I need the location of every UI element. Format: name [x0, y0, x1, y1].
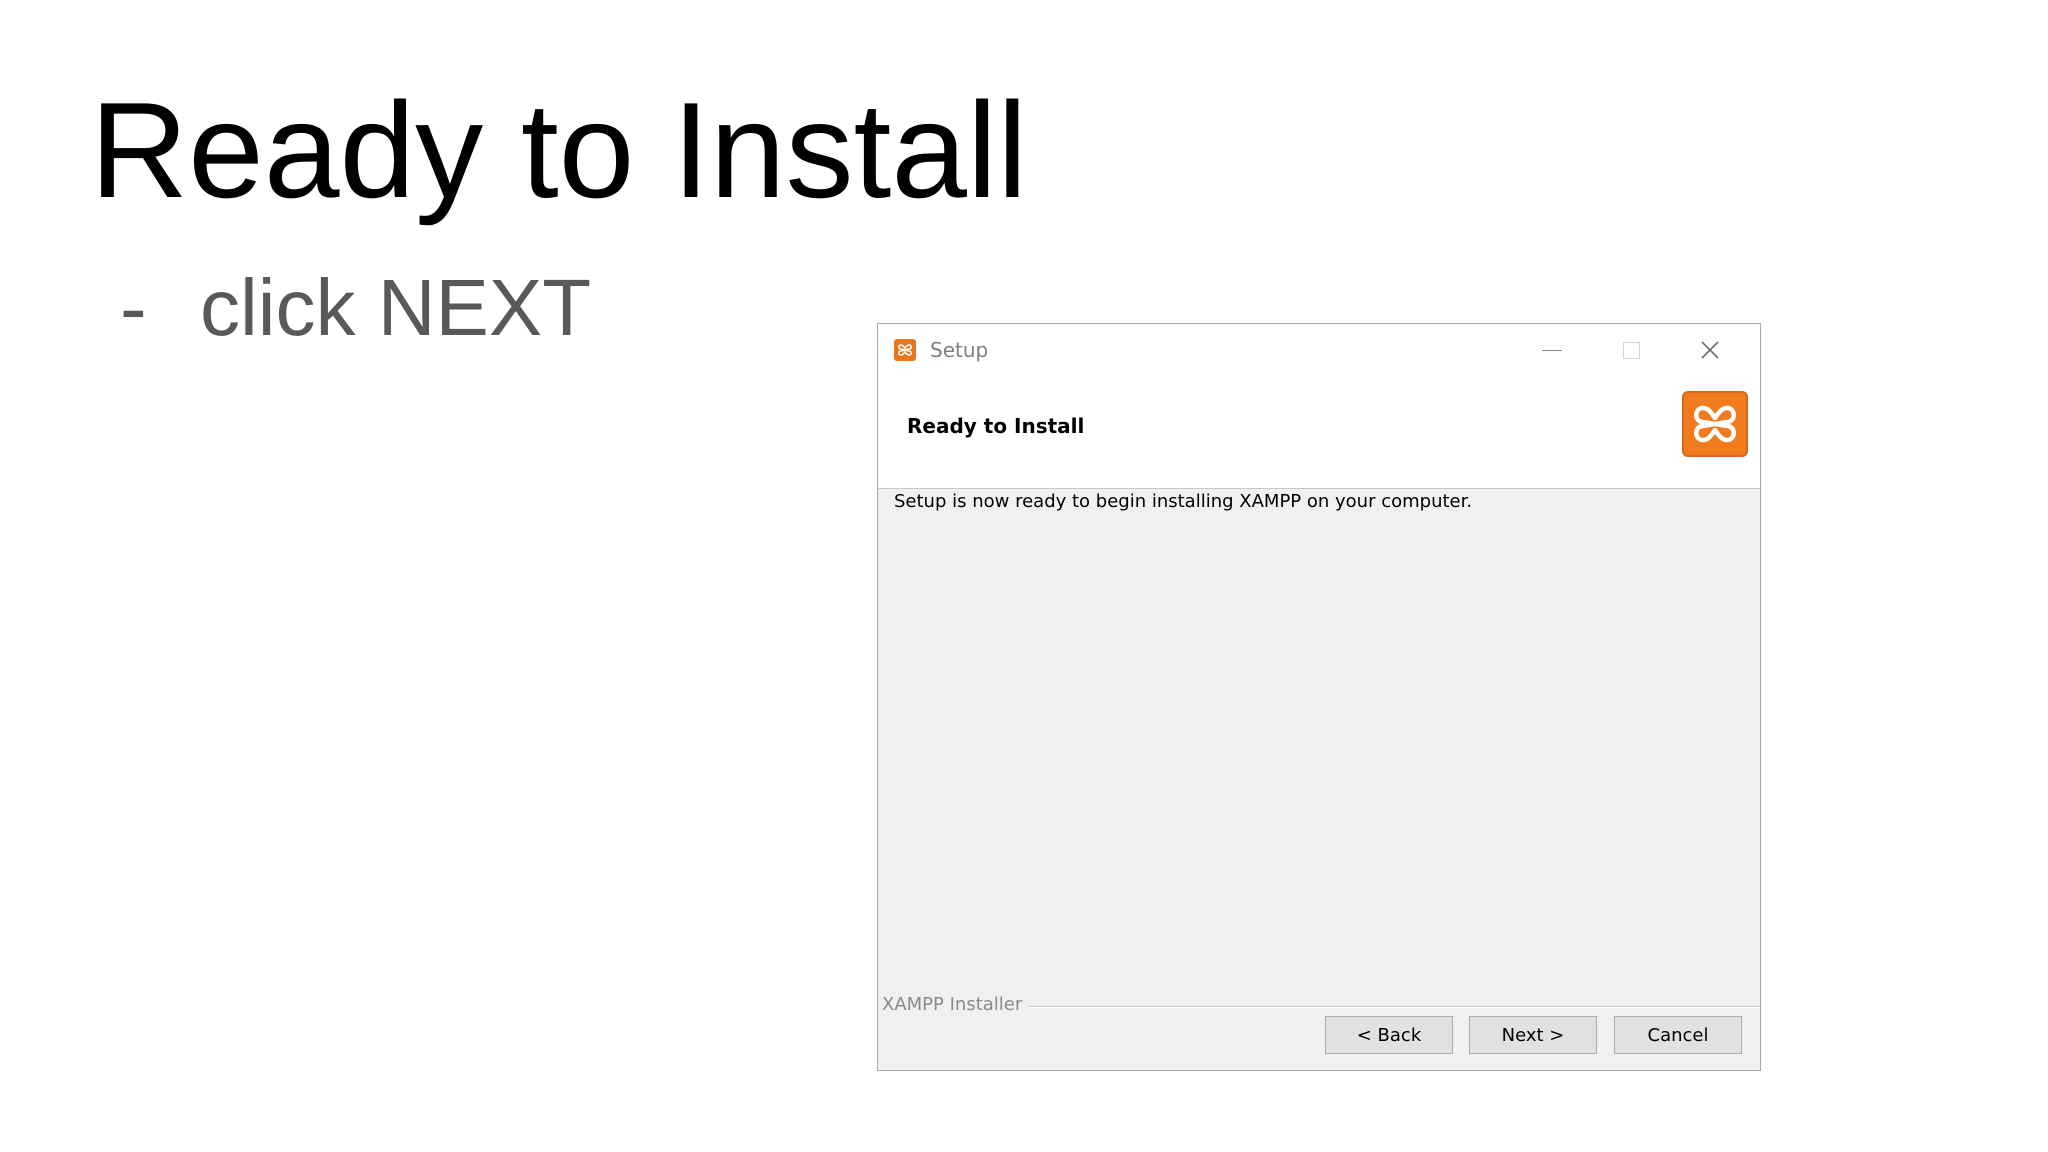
close-icon	[1701, 341, 1719, 359]
maximize-icon	[1622, 341, 1640, 359]
maximize-button	[1592, 324, 1670, 376]
slide-bullet: - click NEXT	[120, 268, 591, 348]
bullet-marker: -	[120, 263, 147, 352]
window-title: Setup	[930, 338, 989, 362]
title-bar[interactable]: Setup	[878, 324, 1760, 376]
bullet-text: click NEXT	[200, 263, 592, 352]
slide-title: Ready to Install	[90, 74, 1028, 226]
minimize-icon	[1542, 349, 1562, 351]
header-panel: Ready to Install	[878, 376, 1760, 489]
xampp-icon	[894, 339, 916, 361]
header-title: Ready to Install	[907, 414, 1085, 438]
xampp-logo	[1682, 391, 1748, 457]
ready-message: Setup is now ready to begin installing X…	[894, 491, 1473, 512]
installer-group-label: XAMPP Installer	[882, 994, 1029, 1015]
minimize-button[interactable]	[1513, 324, 1591, 376]
close-button[interactable]	[1671, 324, 1749, 376]
cancel-button[interactable]: Cancel	[1614, 1016, 1742, 1054]
back-button[interactable]: < Back	[1325, 1016, 1453, 1054]
next-button[interactable]: Next >	[1469, 1016, 1597, 1054]
setup-dialog: Setup Ready to Install Setup is now read…	[877, 323, 1761, 1071]
